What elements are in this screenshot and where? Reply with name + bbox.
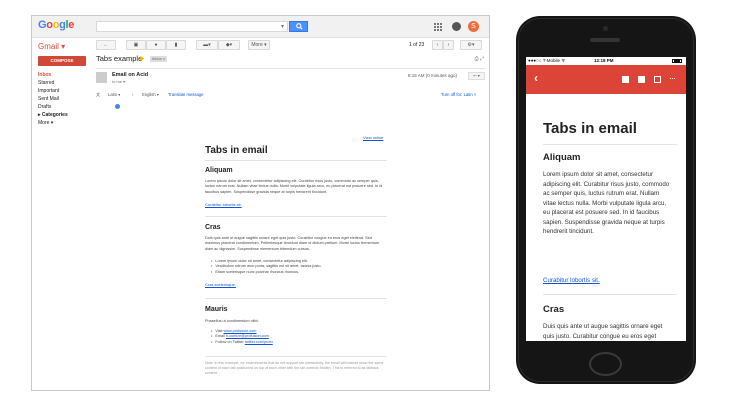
google-logo[interactable]: Google xyxy=(38,19,74,31)
recipient-dropdown[interactable]: to me ▾ xyxy=(112,79,125,84)
twitter-link[interactable]: twitter.com/profu xyxy=(245,340,273,344)
desktop-gmail-window: Google ▾ S Gmail ▾ COMPOSE Inbox Starred… xyxy=(31,15,490,391)
delete-button[interactable]: ▮ xyxy=(166,40,186,50)
section-link-aliquam[interactable]: Curabitur lobortis sit. xyxy=(205,202,242,207)
translate-icon: ⽂ xyxy=(96,92,101,97)
divider xyxy=(543,144,677,145)
source-language-select[interactable]: Latin ▾ xyxy=(108,92,120,97)
compose-button[interactable]: COMPOSE xyxy=(38,56,86,66)
archive-icon[interactable] xyxy=(622,76,629,83)
account-avatar[interactable]: S xyxy=(468,21,479,32)
move-to-button[interactable]: ▬▾ xyxy=(196,40,218,50)
sidebar-item-sent-mail[interactable]: Sent Mail xyxy=(38,95,68,103)
important-marker-icon[interactable]: ▶ xyxy=(140,55,145,62)
apps-grid-icon[interactable] xyxy=(434,23,442,31)
language-arrow-icon: › xyxy=(132,92,134,97)
list-item: Etiam scelerisque nunc pulvinar rhoncus … xyxy=(211,270,381,275)
section-heading-mauris: Mauris xyxy=(205,306,228,313)
sender-row: Email on Acid to me ▾ 8:15 AM (0 minutes… xyxy=(96,72,486,88)
divider xyxy=(96,68,486,69)
section-heading-cras: Cras xyxy=(543,304,565,315)
sidebar-nav: Inbox Starred Important Sent Mail Drafts… xyxy=(38,71,68,127)
sidebar-item-drafts[interactable]: Drafts xyxy=(38,103,68,111)
sender-avatar xyxy=(96,72,107,83)
mark-unread-mail-icon[interactable] xyxy=(654,76,661,83)
section-body-cras: Duis quis ante ut augue sagittis ornare … xyxy=(205,236,380,251)
trash-icon[interactable] xyxy=(638,76,645,83)
fallback-note: Note: in this example, for environments … xyxy=(205,361,384,375)
divider xyxy=(205,160,387,161)
more-button[interactable]: More ▾ xyxy=(248,40,270,50)
cras-bullet-list: Lorem ipsum dolor sit amet, consectetur … xyxy=(211,259,381,275)
subject-row: Tabs example ▶ Inbox × ⎙ ⤢ xyxy=(96,54,486,66)
home-button[interactable] xyxy=(589,352,622,376)
search-input[interactable]: ▾ xyxy=(96,21,288,32)
email-title: Tabs in email xyxy=(205,145,268,156)
contact-list: Visit www.profusion.com Email b.cumice@p… xyxy=(211,329,381,345)
section-link-aliquam[interactable]: Curabitur lobortis sit. xyxy=(543,277,600,284)
gmail-label[interactable]: Gmail ▾ xyxy=(38,42,65,51)
carrier-signal: ●●●○○ T-Mobile ᯤ xyxy=(528,58,566,63)
email-subject: Tabs example xyxy=(96,54,143,63)
report-spam-button[interactable]: ● xyxy=(146,40,166,50)
sidebar-item-inbox[interactable]: Inbox xyxy=(38,71,68,79)
view-online-link[interactable]: View online xyxy=(363,135,383,140)
sidebar-item-starred[interactable]: Starred xyxy=(38,79,68,87)
gmail-app-bar: ‹ ··· xyxy=(526,65,686,94)
iphone-frame: ●●●○○ T-Mobile ᯤ 12:18 PM ‹ ··· Tabs in … xyxy=(516,16,696,384)
search-button[interactable] xyxy=(289,21,308,32)
back-button[interactable]: ← xyxy=(96,40,116,50)
section-body-mauris: Phasellus ut condimentum nibh. xyxy=(205,319,259,323)
composite-screenshot: Google ▾ S Gmail ▾ COMPOSE Inbox Starred… xyxy=(0,0,752,402)
message-timestamp: 8:15 AM (0 minutes ago) xyxy=(408,73,458,78)
section-body-aliquam: Lorem ipsum dolor sit amet, consectetur … xyxy=(205,179,383,194)
section-link-cras[interactable]: Cras scelerisque. xyxy=(205,282,236,287)
phone-screen: ●●●○○ T-Mobile ᯤ 12:18 PM ‹ ··· Tabs in … xyxy=(526,57,686,341)
ios-status-bar: ●●●○○ T-Mobile ᯤ 12:18 PM xyxy=(526,57,686,65)
settings-gear-icon[interactable]: ⚙▾ xyxy=(460,40,482,50)
target-language-select[interactable]: English ▾ xyxy=(142,92,159,97)
sender-name[interactable]: Email on Acid xyxy=(112,72,148,78)
pagination-text: 1 of 23 xyxy=(409,42,425,48)
more-options-icon[interactable]: ··· xyxy=(669,73,676,83)
labels-button[interactable]: ◆▾ xyxy=(218,40,240,50)
email-link[interactable]: b.cumice@profusion.com xyxy=(226,334,269,338)
status-dot-icon xyxy=(115,104,120,109)
section-heading-aliquam: Aliquam xyxy=(205,167,233,174)
gmail-top-bar: Google ▾ S xyxy=(32,16,489,38)
section-body-aliquam: Lorem ipsum dolor sit amet, consectetur … xyxy=(543,171,670,235)
back-arrow-icon[interactable]: ‹ xyxy=(534,71,538,85)
section-body-cras: Duis quis ante ut augue sagittis ornare … xyxy=(543,323,663,340)
divider xyxy=(205,216,387,217)
reply-button[interactable]: ↩ ▾ xyxy=(468,72,485,80)
sidebar-item-important[interactable]: Important xyxy=(38,87,68,95)
earpiece-speaker xyxy=(590,38,620,42)
inbox-label-chip[interactable]: Inbox × xyxy=(150,56,168,62)
status-time: 12:18 PM xyxy=(594,58,614,63)
search-options-chevron-icon[interactable]: ▾ xyxy=(281,23,284,30)
print-icon[interactable]: ⎙ ⤢ xyxy=(475,56,484,62)
section-heading-cras: Cras xyxy=(205,224,221,231)
newer-button[interactable]: ‹ xyxy=(432,40,443,50)
front-camera-icon xyxy=(603,26,608,31)
turn-off-translation-link[interactable]: Turn off for: Latin × xyxy=(441,92,476,97)
list-item: Follow on Twitter twitter.com/profu xyxy=(211,340,381,345)
notifications-icon[interactable] xyxy=(452,22,461,31)
search-icon xyxy=(296,23,303,30)
message-toolbar: ← ▣ ● ▮ ▬▾ ◆▾ More ▾ 1 of 23 ‹ › ⚙▾ xyxy=(96,40,486,52)
battery-icon xyxy=(672,59,682,63)
older-button[interactable]: › xyxy=(443,40,454,50)
translate-bar: ⽂ Latin ▾ › English ▾ Translate message … xyxy=(96,91,486,101)
translate-message-link[interactable]: Translate message xyxy=(168,92,203,97)
email-title: Tabs in email xyxy=(543,120,637,137)
website-link[interactable]: www.profusion.com xyxy=(224,329,257,333)
divider xyxy=(543,294,677,295)
sidebar-item-categories[interactable]: ▸ Categories xyxy=(38,111,68,119)
archive-button[interactable]: ▣ xyxy=(126,40,146,50)
divider xyxy=(205,356,387,357)
section-heading-aliquam: Aliquam xyxy=(543,152,581,163)
sidebar-item-more[interactable]: More ▾ xyxy=(38,119,68,127)
divider xyxy=(205,298,387,299)
